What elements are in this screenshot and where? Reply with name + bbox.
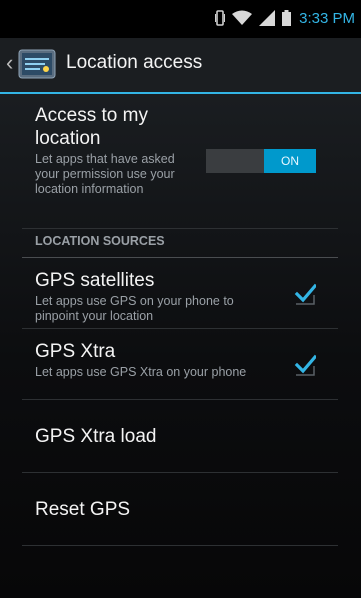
page-title: Location access	[66, 52, 203, 73]
vibrate-icon	[215, 10, 225, 26]
reset-gps-title: Reset GPS	[35, 499, 131, 520]
gps-satellites-summary: Let apps use GPS on your phone to pinpoi…	[35, 294, 234, 323]
status-bar: 3:33 PM	[0, 0, 361, 38]
action-bar[interactable]: ‹ Location access	[0, 38, 361, 94]
gps-xtra-row[interactable]: GPS Xtra Let apps use GPS Xtra on your p…	[22, 329, 338, 400]
toggle-on-label: ON	[264, 149, 316, 173]
access-title: Access to my location	[35, 105, 148, 149]
gps-xtra-title: GPS Xtra	[35, 341, 116, 362]
gps-xtra-load-title: GPS Xtra load	[35, 426, 157, 447]
status-time: 3:33 PM	[299, 10, 355, 27]
reset-gps-row[interactable]: Reset GPS	[22, 473, 338, 546]
signal-icon	[259, 10, 275, 26]
location-access-toggle[interactable]: ON	[206, 149, 316, 173]
gps-satellites-title: GPS satellites	[35, 270, 155, 291]
gps-xtra-checkbox[interactable]	[294, 354, 316, 376]
status-icons	[215, 10, 291, 26]
settings-list: Access to my location Let apps that have…	[22, 94, 338, 546]
gps-xtra-load-row[interactable]: GPS Xtra load	[22, 400, 338, 473]
access-to-my-location-row[interactable]: Access to my location Let apps that have…	[22, 94, 338, 229]
wifi-icon	[232, 10, 252, 25]
gps-xtra-summary: Let apps use GPS Xtra on your phone	[35, 365, 247, 379]
gps-satellites-checkbox[interactable]	[294, 283, 316, 305]
battery-icon	[282, 10, 291, 26]
section-header-label: LOCATION SOURCES	[35, 234, 165, 248]
settings-screen: 3:33 PM ‹ Location access Access to my l…	[0, 0, 361, 598]
up-caret-icon[interactable]: ‹	[6, 52, 13, 74]
location-settings-app-icon[interactable]	[18, 47, 56, 81]
gps-satellites-row[interactable]: GPS satellites Let apps use GPS on your …	[22, 258, 338, 329]
location-sources-header: LOCATION SOURCES	[22, 229, 338, 258]
access-summary: Let apps that have asked your permission…	[35, 152, 175, 196]
